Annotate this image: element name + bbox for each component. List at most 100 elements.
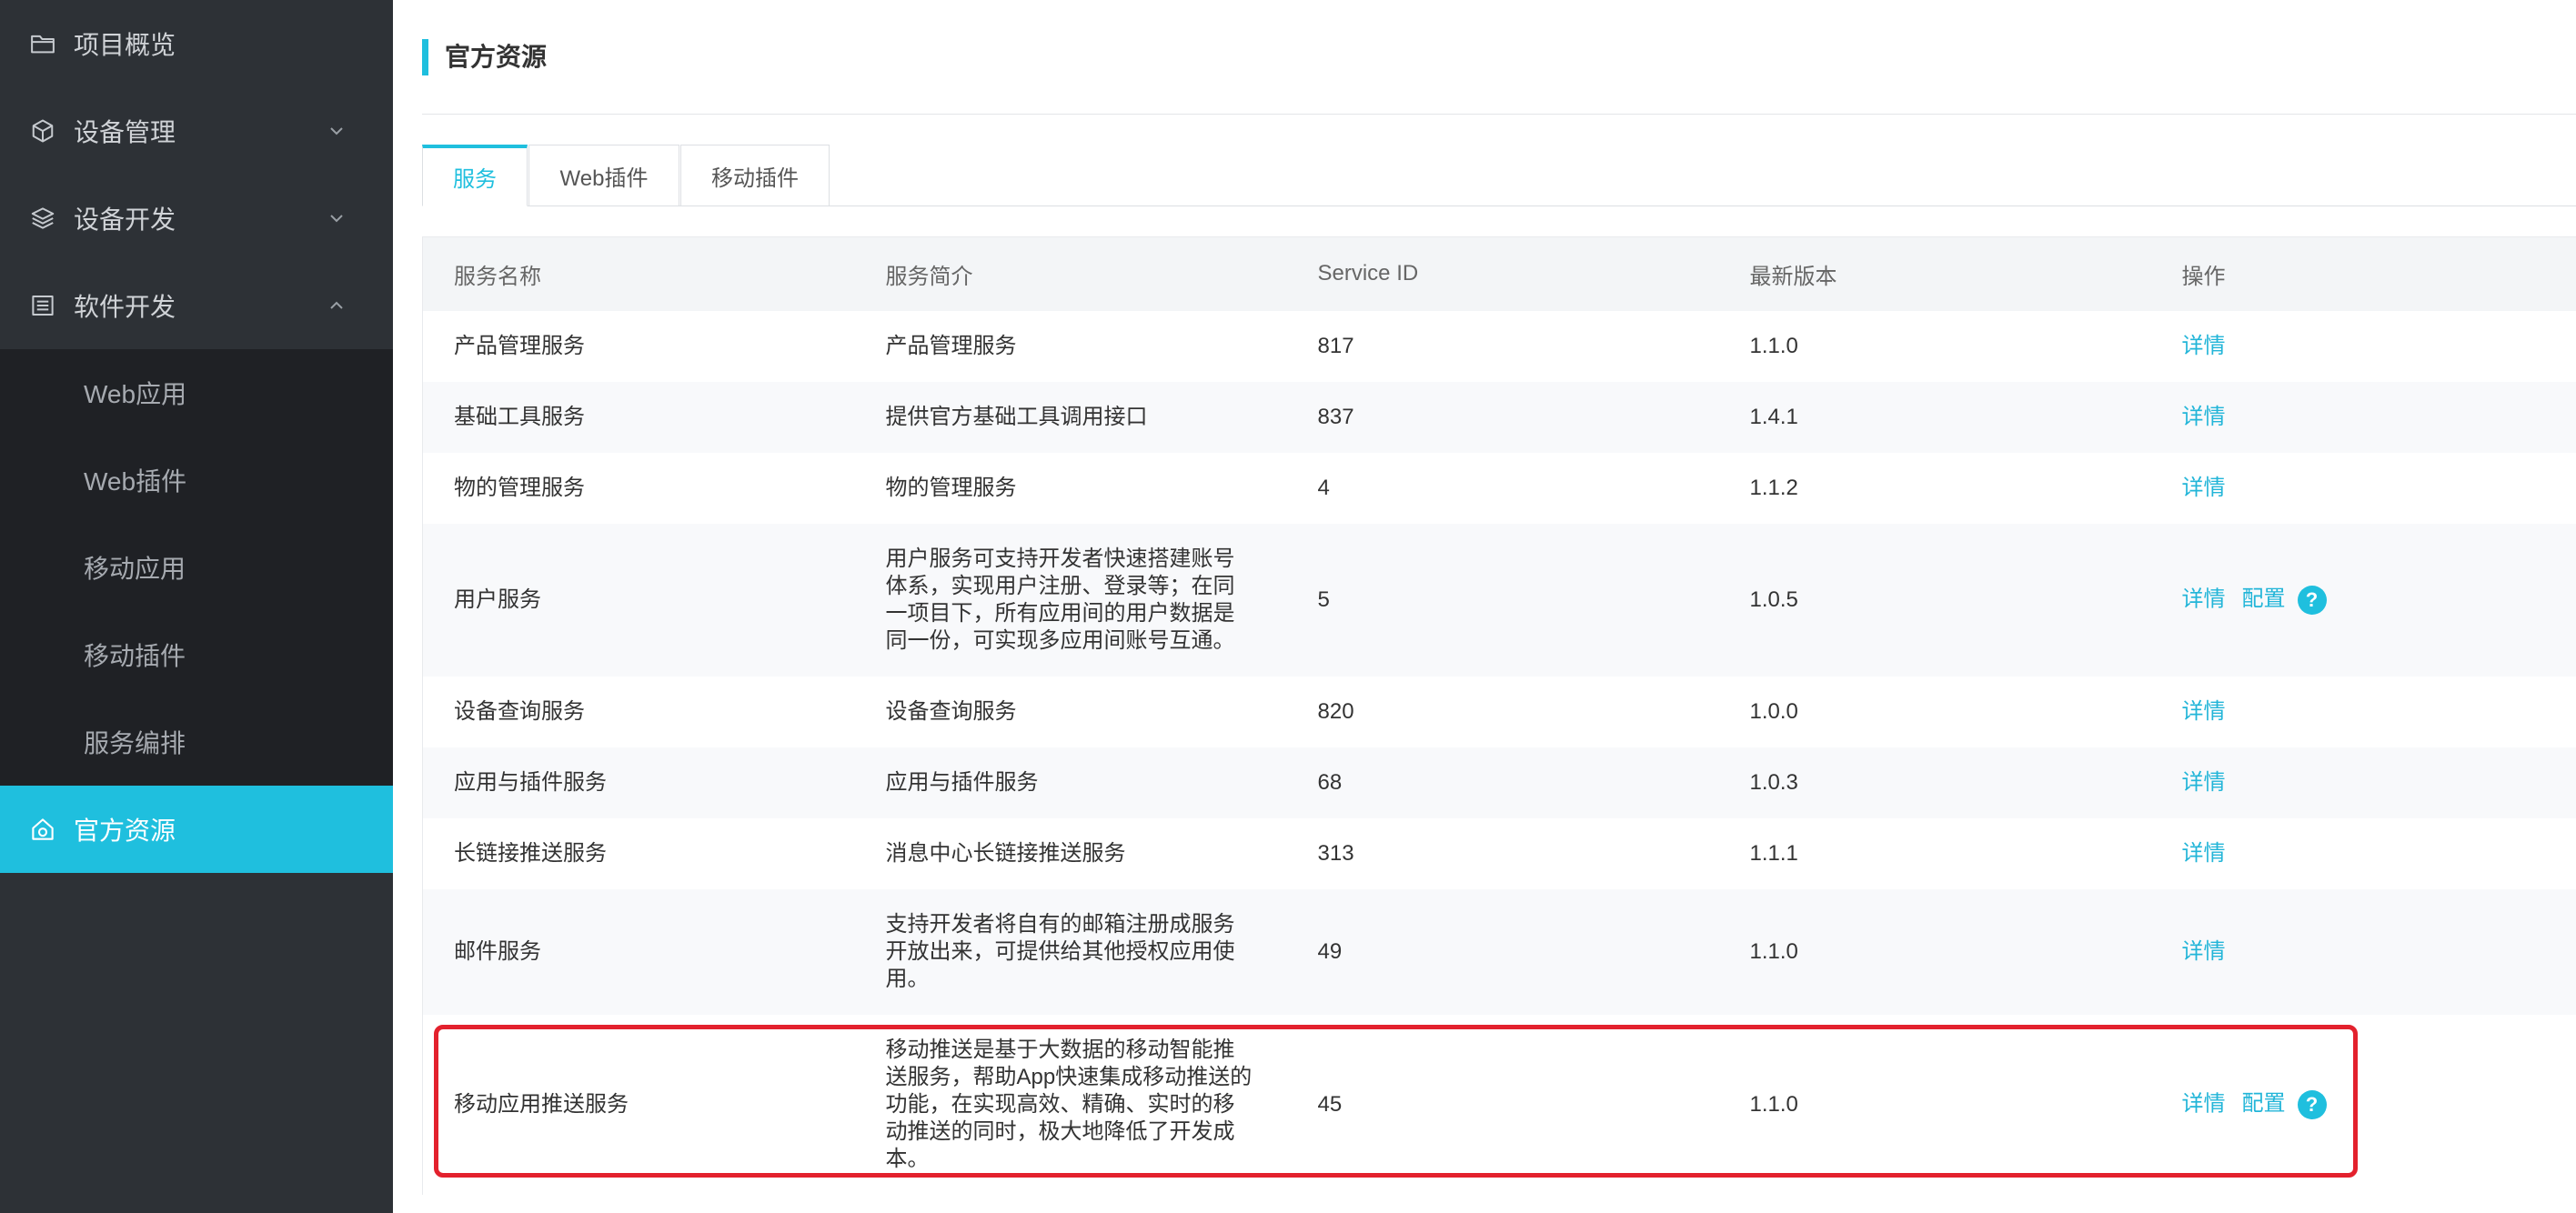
page-title: 官方资源 — [445, 43, 548, 71]
sidebar-subitem-service-orchestration[interactable]: 服务编排 — [0, 698, 393, 786]
sidebar-subitem-mobile-plugin[interactable]: 移动插件 — [0, 611, 393, 698]
service-version: 1.1.0 — [1718, 310, 2151, 382]
actions-cell: 详情 — [2150, 452, 2576, 524]
service-name: 基础工具服务 — [422, 381, 855, 453]
service-id: 313 — [1286, 817, 1719, 889]
detail-link[interactable]: 详情 — [2182, 841, 2226, 866]
description-line: 物的管理服务 — [885, 475, 1017, 500]
help-icon[interactable]: ? — [2297, 1089, 2327, 1119]
sidebar-item-device-management[interactable]: 设备管理 — [0, 87, 393, 175]
description-line: 一项目下，所有应用间的用户数据是 — [885, 600, 1235, 626]
actions-cell: 详情 — [2150, 817, 2576, 889]
service-id: 68 — [1286, 747, 1719, 818]
table-row: 长链接推送服务 消息中心长链接推送服务 313 1.1.1 详情 — [422, 817, 2576, 889]
sidebar-item-label: 官方资源 — [74, 817, 176, 845]
resource-icon — [29, 816, 56, 843]
detail-link[interactable]: 详情 — [2182, 586, 2226, 611]
service-description: 移动推送是基于大数据的移动智能推 送服务，帮助App快速集成移动推送的 功能，在实现… — [854, 1014, 1287, 1195]
sidebar-item-device-development[interactable]: 设备开发 — [0, 175, 393, 262]
service-version: 1.0.5 — [1718, 523, 2151, 677]
service-description: 支持开发者将自有的邮箱注册成服务 开放出来，可提供给其他授权应用使 用。 — [854, 888, 1287, 1015]
table-header-row: 服务名称 服务简介 Service ID 最新版本 操作 — [422, 236, 2576, 311]
config-link[interactable]: 配置 — [2242, 586, 2286, 611]
chevron-down-icon[interactable] — [329, 214, 344, 223]
service-name: 设备查询服务 — [422, 676, 855, 747]
description-line: 功能，在实现高效、精确、实时的移 — [885, 1091, 1235, 1117]
sidebar-item-software-development[interactable]: 软件开发 — [0, 262, 393, 349]
detail-link[interactable]: 详情 — [2182, 476, 2226, 500]
service-description: 应用与插件服务 — [854, 747, 1287, 818]
column-header-actions: 操作 — [2150, 236, 2576, 311]
service-version: 1.1.2 — [1718, 452, 2151, 524]
table-body: 产品管理服务 产品管理服务 817 1.1.0 详情 基础工具服务 提供官方基础工具调用接口… — [422, 310, 2576, 1195]
service-name: 长链接推送服务 — [422, 817, 855, 889]
sidebar-submenu-software-development: Web应用 Web插件 移动应用 移动插件 服务编排 — [0, 349, 393, 786]
title-accent-bar — [422, 39, 428, 75]
description-line: 提供官方基础工具调用接口 — [885, 404, 1148, 429]
sidebar-item-project-overview[interactable]: 项目概览 — [0, 0, 393, 87]
description-line: 本。 — [885, 1146, 930, 1171]
column-header-description: 服务简介 — [854, 236, 1287, 311]
actions-cell: 详情 — [2150, 676, 2576, 747]
service-name: 移动应用推送服务 — [422, 1014, 855, 1195]
detail-link[interactable]: 详情 — [2182, 1091, 2226, 1116]
chevron-up-icon[interactable] — [329, 301, 344, 310]
config-link[interactable]: 配置 — [2242, 1091, 2286, 1116]
service-description: 设备查询服务 — [854, 676, 1287, 747]
sidebar-item-label: 项目概览 — [74, 31, 176, 59]
detail-link[interactable]: 详情 — [2182, 939, 2226, 964]
detail-link[interactable]: 详情 — [2182, 770, 2226, 795]
service-id: 4 — [1286, 452, 1719, 524]
service-name: 物的管理服务 — [422, 452, 855, 524]
description-line: 移动推送是基于大数据的移动智能推 — [885, 1037, 1235, 1062]
description-line: 支持开发者将自有的邮箱注册成服务 — [885, 911, 1235, 937]
detail-link[interactable]: 详情 — [2182, 699, 2226, 724]
sidebar-subitem-web-app[interactable]: Web应用 — [0, 349, 393, 436]
service-id: 5 — [1286, 523, 1719, 677]
chevron-down-icon[interactable] — [329, 126, 344, 135]
cube-icon — [29, 117, 56, 145]
table-row: 邮件服务 支持开发者将自有的邮箱注册成服务 开放出来，可提供给其他授权应用使 用。 49… — [422, 888, 2576, 1015]
column-header-name: 服务名称 — [422, 236, 855, 311]
service-description: 消息中心长链接推送服务 — [854, 817, 1287, 889]
description-line: 体系，实现用户注册、登录等；在同 — [885, 573, 1235, 598]
service-version: 1.0.3 — [1718, 747, 2151, 818]
actions-cell: 详情 — [2150, 747, 2576, 818]
table-row: 应用与插件服务 应用与插件服务 68 1.0.3 详情 — [422, 747, 2576, 818]
service-description: 提供官方基础工具调用接口 — [854, 381, 1287, 453]
header-divider — [422, 114, 2576, 115]
sidebar-item-label: 设备开发 — [74, 206, 176, 234]
actions-cell: 详情 — [2150, 888, 2576, 1015]
tab-services[interactable]: 服务 — [422, 145, 528, 206]
description-line: 产品管理服务 — [885, 333, 1017, 358]
table-row: 移动应用推送服务 移动推送是基于大数据的移动智能推 送服务，帮助App快速集成移动推… — [422, 1014, 2576, 1195]
actions-cell: 详情 — [2150, 310, 2576, 382]
description-line: 同一份，可实现多应用间账号互通。 — [885, 627, 1235, 653]
table-row: 用户服务 用户服务可支持开发者快速搭建账号 体系，实现用户注册、登录等；在同 一项目下… — [422, 523, 2576, 677]
sidebar-subitem-mobile-app[interactable]: 移动应用 — [0, 524, 393, 611]
service-id: 820 — [1286, 676, 1719, 747]
sidebar-subitem-web-plugin[interactable]: Web插件 — [0, 436, 393, 524]
description-line: 开放出来，可提供给其他授权应用使 — [885, 938, 1235, 964]
service-description: 物的管理服务 — [854, 452, 1287, 524]
service-name: 产品管理服务 — [422, 310, 855, 382]
tab-mobile-plugins[interactable]: 移动插件 — [680, 145, 830, 206]
actions-cell: 详情 — [2150, 381, 2576, 453]
services-table: 服务名称 服务简介 Service ID 最新版本 操作 产品管理服务 产品管理服… — [422, 236, 2576, 1195]
service-id: 837 — [1286, 381, 1719, 453]
sidebar-item-official-resources[interactable]: 官方资源 — [0, 786, 393, 873]
service-version: 1.1.0 — [1718, 1014, 2151, 1195]
main-content: 官方资源 服务 Web插件 移动插件 服务名称 服务简介 Service ID … — [393, 0, 2576, 1213]
help-icon[interactable]: ? — [2297, 585, 2327, 615]
description-line: 消息中心长链接推送服务 — [885, 840, 1126, 866]
service-id: 45 — [1286, 1014, 1719, 1195]
description-line: 用。 — [885, 966, 930, 991]
tab-web-plugins[interactable]: Web插件 — [528, 145, 679, 206]
folder-icon — [29, 30, 56, 57]
service-id: 49 — [1286, 888, 1719, 1015]
table-row: 设备查询服务 设备查询服务 820 1.0.0 详情 — [422, 676, 2576, 747]
detail-link[interactable]: 详情 — [2182, 405, 2226, 429]
description-line: 送服务，帮助App快速集成移动推送的 — [885, 1064, 1253, 1089]
sidebar-item-label: 软件开发 — [74, 293, 176, 321]
detail-link[interactable]: 详情 — [2182, 334, 2226, 358]
